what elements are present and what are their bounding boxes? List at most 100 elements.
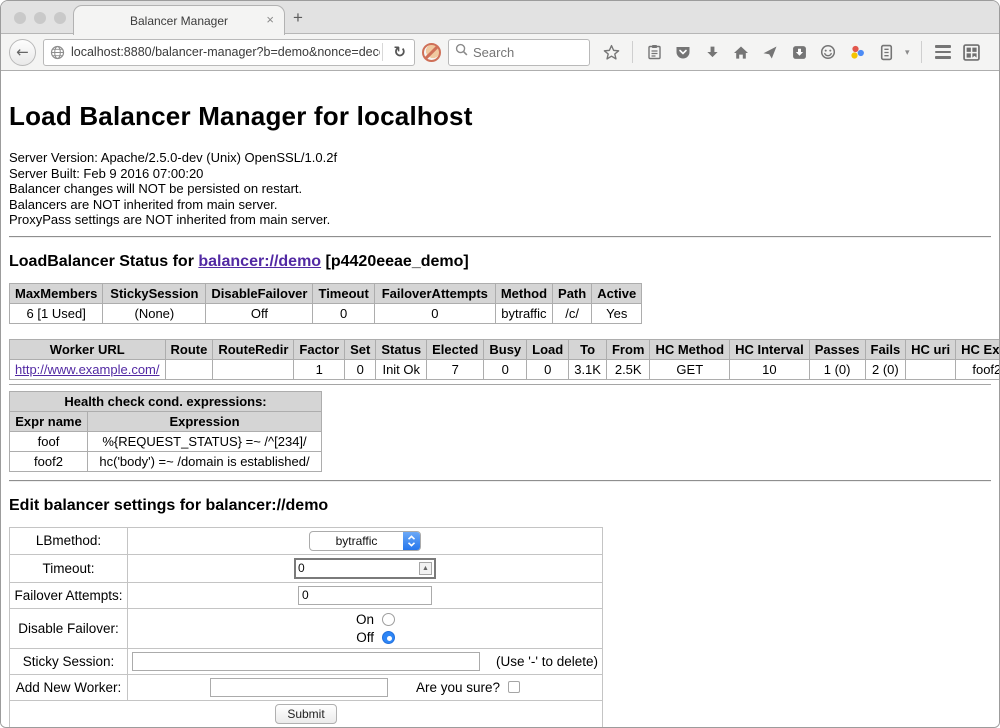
col-timeout: Timeout xyxy=(313,283,374,303)
cell-expr-name: foof xyxy=(10,431,88,451)
search-bar[interactable] xyxy=(448,39,590,66)
site-identity-globe-icon[interactable] xyxy=(44,45,71,60)
form-row-submit: Submit xyxy=(10,700,603,727)
chat-smiley-icon[interactable] xyxy=(818,42,838,62)
table-header-row: MaxMembers StickySession DisableFailover… xyxy=(10,283,642,303)
tab-title: Balancer Manager xyxy=(130,14,228,28)
are-you-sure-checkbox[interactable] xyxy=(508,681,520,693)
close-window-button[interactable] xyxy=(14,12,26,24)
table-header-row: Expr name Expression xyxy=(10,411,322,431)
radio-off-label: Off xyxy=(356,630,374,645)
toolbar-separator-2 xyxy=(921,41,922,63)
table-header-row: Worker URL Route RouteRedir Factor Set S… xyxy=(10,339,1000,359)
col-fails: Fails xyxy=(865,339,906,359)
form-row-disable-failover: Disable Failover: On Off xyxy=(10,608,603,648)
cell-expression: %{REQUEST_STATUS} =~ /^[234]/ xyxy=(88,431,322,451)
chevron-down-icon[interactable]: ▾ xyxy=(905,47,910,58)
window-controls[interactable] xyxy=(14,12,66,24)
failover-attempts-input[interactable] xyxy=(298,586,432,605)
col-expression: Expression xyxy=(88,411,322,431)
bookmark-star-icon[interactable] xyxy=(601,42,621,62)
section-divider xyxy=(9,236,991,238)
col-load: Load xyxy=(527,339,569,359)
lbmethod-label: LBmethod: xyxy=(10,527,128,554)
back-button[interactable]: ← xyxy=(9,39,36,66)
browser-window: Balancer Manager × + ← ↻ xyxy=(0,0,1000,728)
urlbar-divider xyxy=(382,43,383,61)
grid-extension-icon[interactable] xyxy=(962,42,982,62)
timeout-input[interactable]: 0 ▲ xyxy=(294,558,436,579)
radio-on-label: On xyxy=(356,612,374,627)
form-row-timeout: Timeout: 0 ▲ xyxy=(10,554,603,582)
cell-set: 0 xyxy=(345,359,376,379)
radio-on[interactable] xyxy=(382,613,395,626)
col-path: Path xyxy=(553,283,592,303)
form-row-failover: Failover Attempts: xyxy=(10,582,603,608)
col-stickysession: StickySession xyxy=(103,283,206,303)
home-icon[interactable] xyxy=(731,42,751,62)
new-tab-button[interactable]: + xyxy=(293,9,303,26)
cell-elected: 7 xyxy=(427,359,484,379)
col-to: To xyxy=(569,339,607,359)
col-elected: Elected xyxy=(427,339,484,359)
col-from: From xyxy=(606,339,650,359)
notes-panel-icon[interactable] xyxy=(876,42,896,62)
server-built-line: Server Built: Feb 9 2016 07:00:20 xyxy=(9,166,991,182)
inherit-note-line: Balancers are NOT inherited from main se… xyxy=(9,197,991,213)
page-title: Load Balancer Manager for localhost xyxy=(9,71,991,132)
zoom-window-button[interactable] xyxy=(54,12,66,24)
worker-url-link[interactable]: http://www.example.com/ xyxy=(15,362,160,377)
submit-button[interactable]: Submit xyxy=(275,704,336,724)
lbmethod-select[interactable]: bytraffic xyxy=(309,531,421,551)
reading-list-icon[interactable] xyxy=(644,42,664,62)
cell-route xyxy=(165,359,213,379)
downloads-icon[interactable] xyxy=(702,42,722,62)
status-heading-suffix: [p4420eeae_demo] xyxy=(321,253,469,270)
minimize-window-button[interactable] xyxy=(34,12,46,24)
url-input[interactable] xyxy=(71,45,380,59)
health-check-table: Health check cond. expressions: Expr nam… xyxy=(9,391,322,472)
colored-dots-extension-icon[interactable] xyxy=(847,42,867,62)
content-blocked-icon[interactable] xyxy=(422,43,441,62)
search-input[interactable] xyxy=(473,45,573,60)
cell-to: 3.1K xyxy=(569,359,607,379)
tab-close-icon[interactable]: × xyxy=(266,12,274,27)
reload-icon[interactable]: ↻ xyxy=(385,43,414,61)
cell-routeredir xyxy=(213,359,294,379)
table-row: foof %{REQUEST_STATUS} =~ /^[234]/ xyxy=(10,431,322,451)
cell-load: 0 xyxy=(527,359,569,379)
col-route: Route xyxy=(165,339,213,359)
col-passes: Passes xyxy=(809,339,865,359)
cell-status: Init Ok xyxy=(376,359,427,379)
cell-timeout: 0 xyxy=(313,303,374,323)
add-new-worker-label: Add New Worker: xyxy=(10,674,128,700)
col-worker-url: Worker URL xyxy=(10,339,166,359)
tab-balancer-manager[interactable]: Balancer Manager × xyxy=(73,5,285,35)
col-busy: Busy xyxy=(484,339,527,359)
section-divider-2 xyxy=(9,480,991,482)
edit-balancer-heading: Edit balancer settings for balancer://de… xyxy=(9,497,991,515)
worker-divider xyxy=(9,384,991,385)
page-content: Load Balancer Manager for localhost Serv… xyxy=(1,71,999,728)
radio-off[interactable] xyxy=(382,631,395,644)
col-set: Set xyxy=(345,339,376,359)
pocket-icon[interactable] xyxy=(673,42,693,62)
menu-hamburger-icon[interactable] xyxy=(933,42,953,62)
send-plane-icon[interactable] xyxy=(760,42,780,62)
nav-toolbar: ← ↻ xyxy=(1,33,999,71)
col-routeredir: RouteRedir xyxy=(213,339,294,359)
cell-disablefailover: Off xyxy=(206,303,313,323)
table-row: http://www.example.com/ 1 0 Init Ok 7 0 … xyxy=(10,359,1000,379)
cell-busy: 0 xyxy=(484,359,527,379)
number-spinner-icon[interactable]: ▲ xyxy=(419,562,432,575)
balancer-demo-link[interactable]: balancer://demo xyxy=(198,253,321,270)
sticky-session-input[interactable] xyxy=(132,652,480,671)
tab-bar: Balancer Manager × + xyxy=(1,1,999,34)
url-bar[interactable]: ↻ xyxy=(43,39,415,66)
col-method: Method xyxy=(495,283,552,303)
form-row-add-worker: Add New Worker: Are you sure? xyxy=(10,674,603,700)
extension-download-icon[interactable] xyxy=(789,42,809,62)
add-new-worker-input[interactable] xyxy=(210,678,388,697)
loadbalancer-status-heading: LoadBalancer Status for balancer://demo … xyxy=(9,253,991,271)
col-hc-interval: HC Interval xyxy=(730,339,810,359)
